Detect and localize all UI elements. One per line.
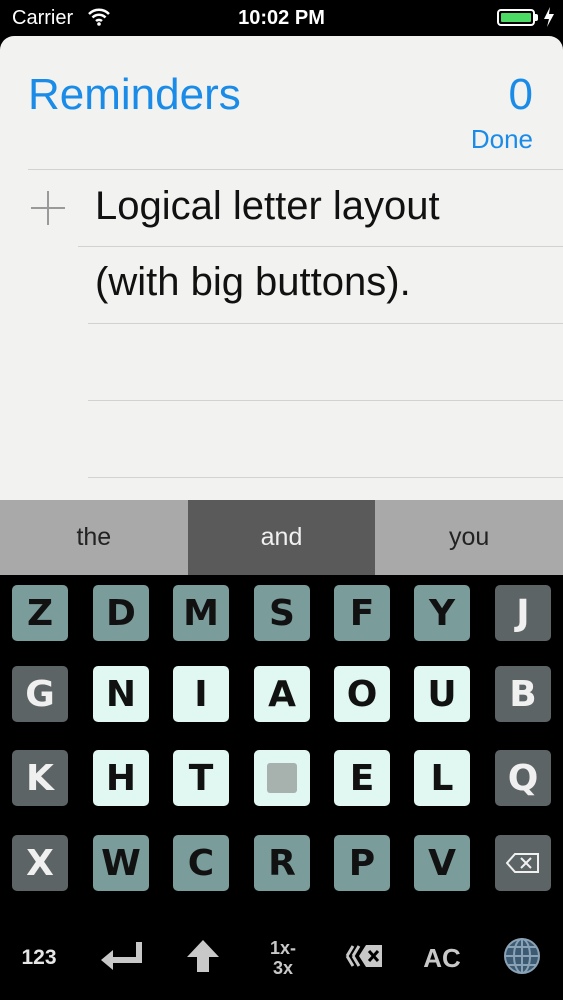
key-k[interactable]: K <box>12 750 68 806</box>
key-c[interactable]: C <box>173 835 229 891</box>
multiplier-key[interactable]: 1x- 3x <box>254 930 312 986</box>
numbers-key[interactable]: 123 <box>10 930 68 986</box>
reminder-item-text[interactable]: (with big buttons). <box>95 260 411 305</box>
backspace-icon <box>506 853 539 873</box>
key-q[interactable]: Q <box>495 750 551 806</box>
divider <box>78 246 563 247</box>
battery-icon <box>497 9 535 26</box>
suggestion-you[interactable]: you <box>375 500 563 575</box>
return-icon <box>97 938 147 979</box>
key-f[interactable]: F <box>334 585 390 641</box>
return-key[interactable] <box>93 930 151 986</box>
key-e[interactable]: E <box>334 750 390 806</box>
clear-key[interactable]: AC <box>413 930 471 986</box>
battery-tip <box>535 14 538 21</box>
divider <box>88 477 563 478</box>
key-t[interactable]: T <box>173 750 229 806</box>
suggestion-bar: the and you <box>0 500 563 575</box>
delete-word-icon <box>341 942 385 975</box>
key-l[interactable]: L <box>414 750 470 806</box>
space-key[interactable] <box>254 750 310 806</box>
key-r[interactable]: R <box>254 835 310 891</box>
key-p[interactable]: P <box>334 835 390 891</box>
space-key-icon <box>267 763 297 793</box>
suggestion-and[interactable]: and <box>187 500 376 575</box>
globe-icon <box>502 936 542 981</box>
key-m[interactable]: M <box>173 585 229 641</box>
key-g[interactable]: G <box>12 666 68 722</box>
key-a[interactable]: A <box>254 666 310 722</box>
reminder-count: 0 <box>508 70 533 119</box>
key-o[interactable]: O <box>334 666 390 722</box>
key-d[interactable]: D <box>93 585 149 641</box>
page-title: Reminders <box>28 70 241 119</box>
charging-bolt-icon <box>543 6 555 33</box>
key-s[interactable]: S <box>254 585 310 641</box>
key-j[interactable]: J <box>495 585 551 641</box>
status-bar: Carrier 10:02 PM <box>0 0 563 36</box>
key-z[interactable]: Z <box>12 585 68 641</box>
add-reminder-icon[interactable] <box>31 191 65 225</box>
key-v[interactable]: V <box>414 835 470 891</box>
shift-arrow-icon <box>184 937 222 980</box>
reminder-item-text[interactable]: Logical letter layout <box>95 184 440 229</box>
backspace-key[interactable] <box>495 835 551 891</box>
globe-key[interactable] <box>493 930 551 986</box>
divider <box>88 400 563 401</box>
shift-key[interactable] <box>174 930 232 986</box>
clock: 10:02 PM <box>238 7 325 29</box>
divider <box>88 323 563 324</box>
key-u[interactable]: U <box>414 666 470 722</box>
delete-word-key[interactable] <box>334 930 392 986</box>
reminders-card: Reminders 0 Done Logical letter layout (… <box>0 36 563 506</box>
key-b[interactable]: B <box>495 666 551 722</box>
done-button[interactable]: Done <box>471 124 533 155</box>
key-n[interactable]: N <box>93 666 149 722</box>
multiplier-bottom-label: 3x <box>272 958 294 978</box>
suggestion-the[interactable]: the <box>0 500 188 575</box>
multiplier-top-label: 1x- <box>269 938 296 958</box>
key-y[interactable]: Y <box>414 585 470 641</box>
key-h[interactable]: H <box>93 750 149 806</box>
numbers-key-label: 123 <box>21 946 57 969</box>
clear-key-label: AC <box>423 942 461 973</box>
divider <box>28 169 563 170</box>
key-x[interactable]: X <box>12 835 68 891</box>
key-i[interactable]: I <box>173 666 229 722</box>
key-w[interactable]: W <box>93 835 149 891</box>
